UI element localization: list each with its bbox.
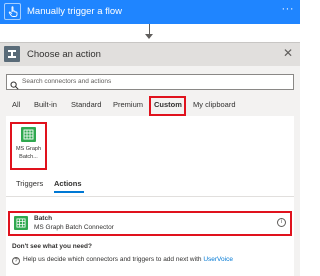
ms-graph-batch-icon	[21, 127, 36, 142]
help-line: ? Help us decide which connectors and tri…	[12, 256, 233, 265]
info-icon[interactable]: i	[277, 218, 286, 227]
connector-arrow-icon	[145, 34, 153, 39]
category-tabs: All Built-in Standard Premium Custom My …	[0, 96, 300, 116]
subtab-triggers[interactable]: Triggers	[16, 179, 43, 188]
tab-my-clipboard[interactable]: My clipboard	[193, 100, 236, 109]
action-item-batch[interactable]: Batch MS Graph Batch Connector i	[8, 211, 292, 236]
uservoice-link[interactable]: UserVoice	[203, 256, 233, 263]
help-heading: Don't see what you need?	[12, 243, 92, 250]
subtab-actions[interactable]: Actions	[54, 179, 82, 188]
ms-graph-batch-icon	[14, 216, 28, 230]
trigger-card[interactable]: Manually trigger a flow ···	[0, 0, 300, 24]
help-text: Help us decide which connectors and trig…	[23, 256, 202, 263]
search-placeholder: Search connectors and actions	[22, 78, 112, 85]
tab-standard[interactable]: Standard	[71, 100, 101, 109]
connector-tile-ms-graph-batch[interactable]: MS Graph Batch...	[10, 122, 47, 170]
divider	[6, 196, 294, 197]
tab-custom[interactable]: Custom	[154, 100, 182, 109]
choose-action-icon	[4, 46, 20, 62]
question-icon: ?	[12, 257, 20, 265]
action-subtitle: MS Graph Batch Connector	[34, 224, 114, 231]
hand-pointer-icon	[4, 3, 21, 20]
trigger-title: Manually trigger a flow	[27, 6, 123, 17]
action-title: Batch	[34, 215, 53, 222]
more-options-icon[interactable]: ···	[282, 3, 295, 15]
search-icon	[10, 77, 19, 95]
tab-built-in[interactable]: Built-in	[34, 100, 57, 109]
connector-tile-label: MS Graph	[15, 146, 42, 152]
connector-tile-label-continued: Batch...	[19, 154, 38, 160]
tab-premium[interactable]: Premium	[113, 100, 143, 109]
panel-header: Choose an action ✕	[0, 43, 300, 66]
close-icon[interactable]: ✕	[283, 47, 293, 59]
subtab-active-indicator	[54, 191, 84, 193]
tab-all[interactable]: All	[12, 100, 20, 109]
actions-area: Triggers Actions Batch MS Graph Batch Co…	[6, 171, 294, 276]
search-input[interactable]: Search connectors and actions	[6, 74, 294, 90]
panel-title: Choose an action	[27, 49, 101, 60]
choose-action-panel: Choose an action ✕ Search connectors and…	[0, 42, 300, 276]
